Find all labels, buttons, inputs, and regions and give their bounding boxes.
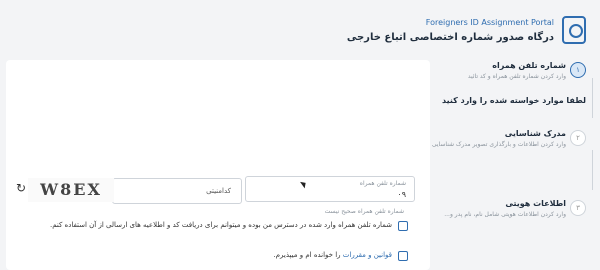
step-number: ۳ <box>570 200 586 216</box>
phone-field[interactable]: شماره تلفن همراه ۰۹ <box>245 176 415 202</box>
step-title: شماره تلفن همراه <box>492 61 566 70</box>
form-card <box>6 60 430 270</box>
step-title: مدرک شناسایی <box>504 129 566 138</box>
step-number: ۱ <box>570 62 586 78</box>
step-title: اطلاعات هویتی <box>505 199 566 208</box>
steps-sidebar: ۱ شماره تلفن همراه وارد کردن شماره تلفن … <box>430 50 600 263</box>
consent-checkbox[interactable] <box>398 221 408 231</box>
terms-suffix: را خوانده ام و میپذیرم. <box>273 251 341 259</box>
step-connector <box>592 78 593 118</box>
step-connector <box>592 150 593 190</box>
terms-checkbox[interactable] <box>398 251 408 261</box>
consent-text: شماره تلفن همراه وارد شده در دسترس من بو… <box>49 221 392 229</box>
step-subtitle: وارد کردن اطلاعات هویتی شامل نام، نام پد… <box>444 211 566 218</box>
step-subtitle: وارد کردن شماره تلفن همراه و کد تائید <box>467 73 566 80</box>
phone-label: شماره تلفن همراه <box>359 180 406 187</box>
terms-text: قوانین و مقررات را خوانده ام و میپذیرم. <box>273 251 392 259</box>
form-heading: لطفا موارد خواسته شده را وارد کنید <box>442 96 586 105</box>
captcha-placeholder: کدامنیتی <box>206 187 231 195</box>
step-number: ۲ <box>570 130 586 146</box>
captcha-image: W8EX <box>28 178 114 202</box>
captcha-field[interactable]: کدامنیتی <box>112 178 242 204</box>
terms-link[interactable]: قوانین و مقررات <box>343 251 392 259</box>
refresh-icon[interactable]: ↻ <box>16 181 26 195</box>
page-title: درگاه صدور شماره اختصاصی اتباع خارجی <box>346 32 554 43</box>
phone-error-hint: شماره تلفن همراه صحیح نیست <box>324 208 404 215</box>
phone-input[interactable]: ۰۹ <box>397 190 406 199</box>
step-subtitle: وارد کردن اطلاعات و بارگذاری تصویر مدرک … <box>431 141 566 148</box>
consent-checkbox-row[interactable]: شماره تلفن همراه وارد شده در دسترس من بو… <box>8 221 408 233</box>
portal-name: Foreigners ID Assignment Portal <box>425 18 554 27</box>
portal-logo-icon <box>562 16 586 44</box>
terms-checkbox-row[interactable]: قوانین و مقررات را خوانده ام و میپذیرم. <box>8 251 408 263</box>
